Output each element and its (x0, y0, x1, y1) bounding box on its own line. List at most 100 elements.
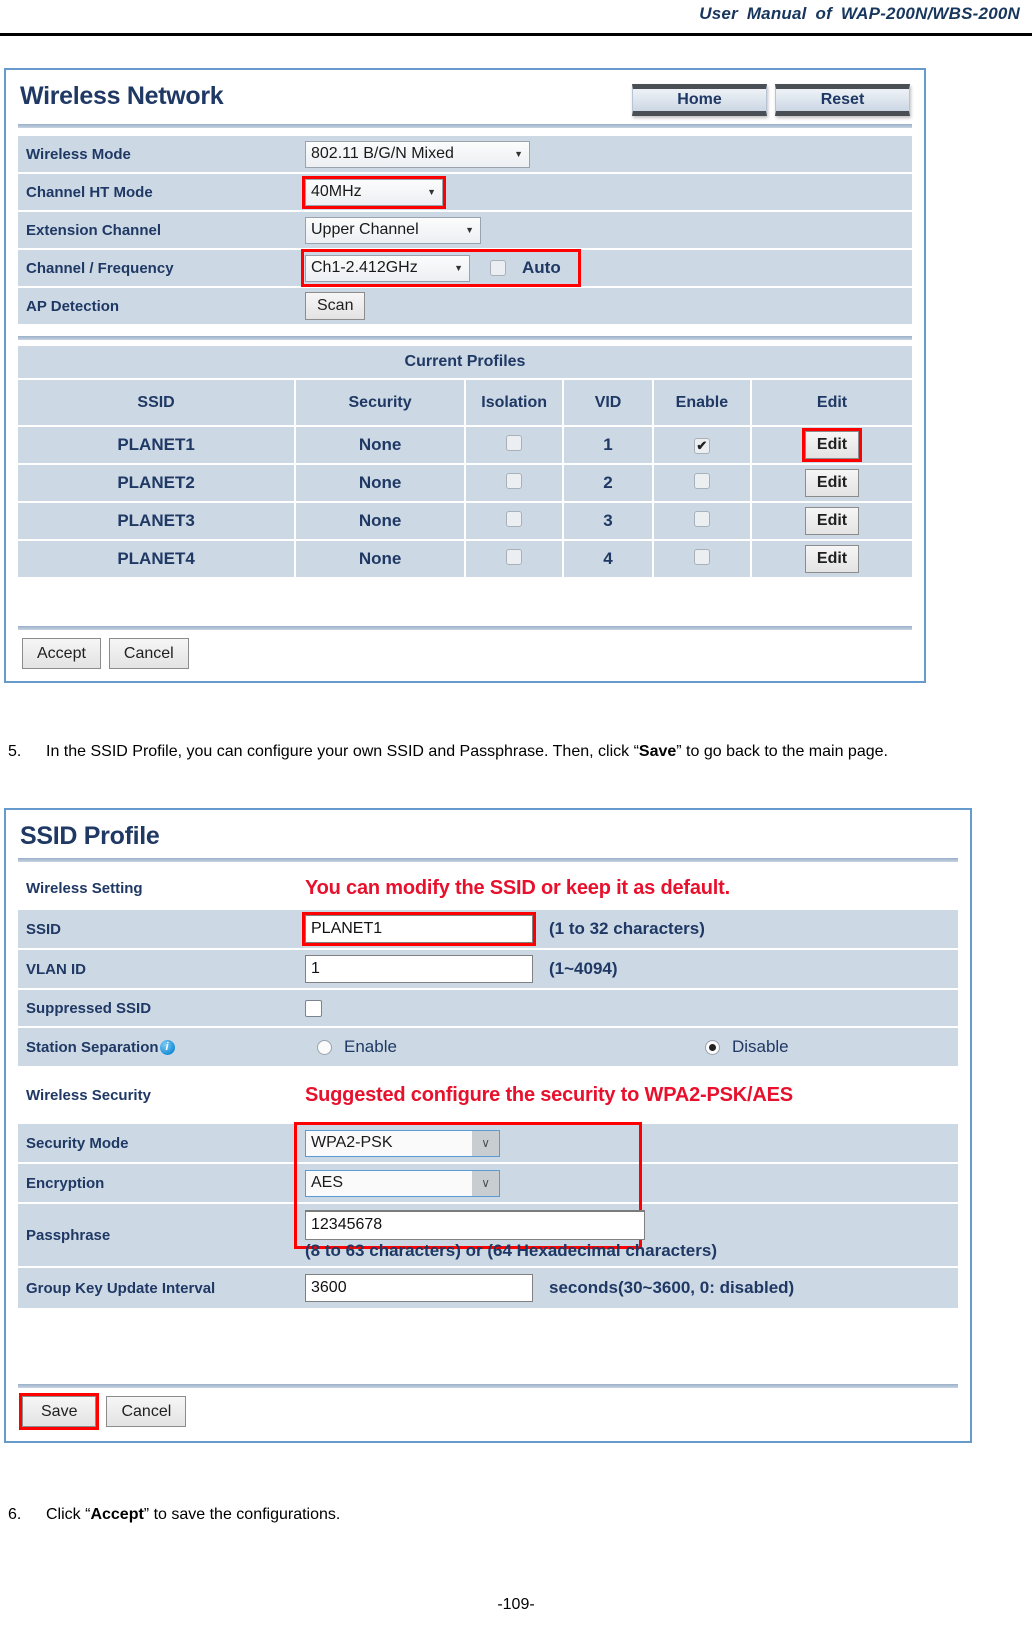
security-mode-select-value: WPA2-PSK (311, 1134, 393, 1151)
chevron-down-icon: ▼ (465, 225, 474, 235)
value-vlan-id: 1 (1~4094) (295, 950, 958, 988)
vlan-id-input[interactable]: 1 (305, 955, 533, 983)
isolation-checkbox[interactable] (506, 510, 523, 527)
accept-button[interactable]: Accept (22, 638, 101, 669)
row-vlan-id: VLAN ID 1 (1~4094) (18, 950, 958, 990)
cancel-button[interactable]: Cancel (108, 638, 189, 669)
cell-edit: Edit (751, 426, 912, 465)
annotation-modify-ssid: You can modify the SSID or keep it as de… (305, 876, 730, 899)
chevron-down-icon: ▼ (514, 149, 523, 159)
suppressed-ssid-checkbox[interactable] (305, 999, 322, 1017)
label-vlan-id: VLAN ID (26, 960, 86, 978)
value-channel-frequency: Ch1-2.412GHz ▼ Auto (295, 248, 912, 287)
cell-enable (652, 540, 753, 579)
enable-checkbox[interactable] (693, 472, 710, 489)
label-group-key-update-interval: Group Key Update Interval (26, 1279, 216, 1297)
encryption-select[interactable]: AES ∨ (305, 1169, 500, 1197)
scan-button[interactable]: Scan (305, 292, 366, 320)
extension-channel-select[interactable]: Upper Channel ▼ (305, 216, 481, 244)
edit-button[interactable]: Edit (804, 507, 860, 535)
step-6-number: 6. (8, 1506, 22, 1523)
current-profiles-caption: Current Profiles (18, 346, 912, 380)
cell-enable: ✔ (652, 426, 753, 465)
ssid-profile-title: SSID Profile (20, 822, 160, 850)
step-6-text-after: ” to save the configurations. (143, 1506, 341, 1523)
station-separation-label-text: Station Separation (26, 1038, 159, 1056)
label-wireless-security: Wireless Security (26, 1086, 151, 1104)
reset-button[interactable]: Reset (775, 84, 910, 116)
step-5-number: 5. (8, 743, 22, 760)
radio-selected-dot (708, 1043, 716, 1051)
wireless-mode-select[interactable]: 802.11 B/G/N Mixed ▼ (305, 140, 530, 168)
station-separation-disable-radio[interactable] (704, 1039, 720, 1055)
info-icon[interactable]: i (159, 1039, 175, 1055)
cell-vid: 3 (563, 502, 654, 541)
edit-button[interactable]: Edit (804, 469, 860, 497)
row-wireless-mode: Wireless Mode 802.11 B/G/N Mixed ▼ (18, 136, 912, 174)
label-encryption: Encryption (26, 1174, 105, 1192)
label-extension-channel: Extension Channel (26, 221, 162, 239)
table-row: PLANET3 None 3 Edit (18, 502, 912, 541)
row-passphrase: Passphrase 12345678 (8 to 63 characters)… (18, 1204, 958, 1268)
enable-checkbox[interactable] (693, 548, 710, 565)
step-5: 5. In the SSID Profile, you can configur… (8, 737, 1018, 767)
row-wireless-setting: Wireless Setting You can modify the SSID… (18, 868, 958, 910)
channel-ht-mode-select[interactable]: 40MHz ▼ (302, 175, 446, 209)
isolation-checkbox[interactable] (506, 548, 523, 565)
cell-ssid: PLANET4 (18, 540, 297, 579)
column-header-security: Security (295, 380, 466, 427)
cell-edit: Edit (751, 502, 912, 541)
ssid-input[interactable]: PLANET1 (302, 912, 536, 946)
enable-checkbox[interactable] (693, 510, 710, 527)
chevron-down-icon: ∨ (472, 1170, 499, 1196)
ssid-profile-actions: Save Cancel (18, 1388, 958, 1430)
edit-button[interactable]: Edit (804, 545, 860, 573)
extension-channel-select-value: Upper Channel (311, 221, 419, 238)
cell-security: None (295, 464, 466, 503)
security-mode-select[interactable]: WPA2-PSK ∨ (305, 1129, 500, 1157)
cell-enable (652, 464, 753, 503)
value-wireless-setting: You can modify the SSID or keep it as de… (295, 868, 958, 908)
step-5-text-before: In the SSID Profile, you can configure y… (46, 743, 639, 760)
column-header-edit: Edit (751, 380, 912, 427)
enable-checkbox[interactable]: ✔ (693, 437, 710, 454)
row-suppressed-ssid: Suppressed SSID (18, 990, 958, 1028)
step-6-text: Click “Accept” to save the configuration… (46, 1500, 1018, 1530)
vlan-id-hint: (1~4094) (549, 959, 618, 978)
home-button[interactable]: Home (632, 84, 767, 116)
save-button[interactable]: Save (18, 1393, 100, 1430)
passphrase-input[interactable]: 12345678 (305, 1209, 645, 1240)
column-header-enable: Enable (652, 380, 753, 427)
table-row: PLANET4 None 4 Edit (18, 540, 912, 579)
label-station-separation: Station Separation i (18, 1028, 295, 1066)
row-channel-ht-mode: Channel HT Mode 40MHz ▼ (18, 174, 912, 212)
label-passphrase: Passphrase (26, 1226, 111, 1244)
row-security-mode: Security Mode WPA2-PSK ∨ (18, 1124, 958, 1164)
value-wireless-mode: 802.11 B/G/N Mixed ▼ (295, 136, 912, 172)
cell-vid: 2 (563, 464, 654, 503)
station-separation-disable-label: Disable (731, 1037, 789, 1056)
header-divider (0, 33, 1032, 36)
value-ssid: PLANET1 (1 to 32 characters) (295, 910, 958, 948)
wireless-network-footer: Accept Cancel (18, 626, 912, 669)
table-row: PLANET2 None 2 Edit (18, 464, 912, 503)
current-profiles-section: Current Profiles SSID Security Isolation… (6, 326, 924, 579)
panel-nav-buttons: Home Reset (632, 84, 910, 116)
cell-edit: Edit (751, 464, 912, 503)
row-extension-channel: Extension Channel Upper Channel ▼ (18, 212, 912, 250)
group-key-input[interactable]: 3600 (305, 1274, 533, 1302)
value-encryption: AES ∨ (295, 1164, 958, 1202)
cancel-button[interactable]: Cancel (106, 1396, 187, 1427)
channel-frequency-highlight: Ch1-2.412GHz ▼ Auto (301, 248, 581, 287)
cell-vid: 1 (563, 426, 654, 465)
station-separation-enable-radio[interactable] (317, 1039, 332, 1055)
value-extension-channel: Upper Channel ▼ (295, 212, 912, 248)
auto-channel-checkbox[interactable] (490, 260, 506, 276)
isolation-checkbox[interactable] (506, 434, 523, 451)
isolation-checkbox[interactable] (506, 472, 523, 489)
edit-button[interactable]: Edit (801, 428, 863, 462)
cell-edit: Edit (751, 540, 912, 579)
wireless-network-panel: Wireless Network Home Reset Wireless Mod… (4, 68, 926, 683)
value-channel-ht-mode: 40MHz ▼ (295, 174, 912, 210)
channel-frequency-select[interactable]: Ch1-2.412GHz ▼ (305, 254, 470, 282)
